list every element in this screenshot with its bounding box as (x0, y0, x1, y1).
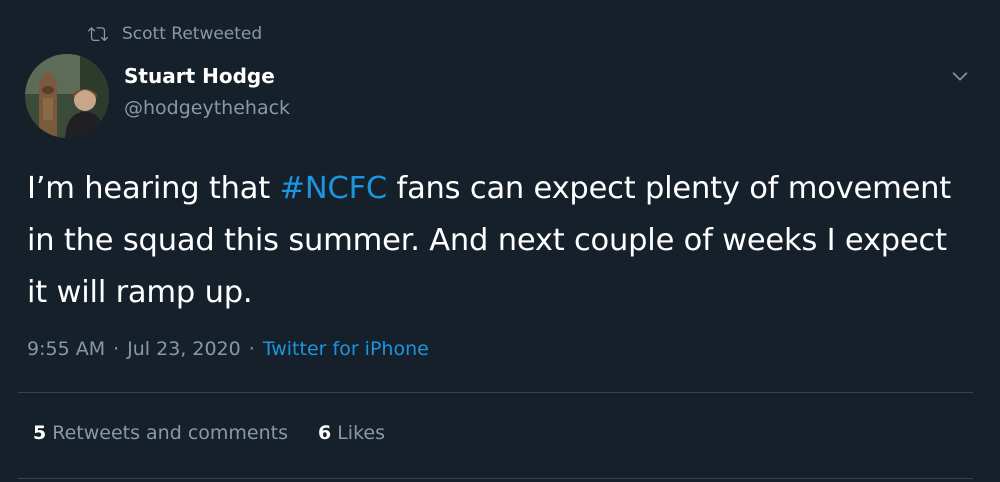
tweet-text-start: I’m hearing that (27, 171, 280, 206)
author-handle[interactable]: @hodgeythehack (124, 97, 290, 119)
retweet-context[interactable]: Scott Retweeted (88, 22, 262, 46)
retweets-label: Retweets and comments (52, 422, 288, 444)
author-name[interactable]: Stuart Hodge (124, 64, 275, 88)
tweet-metadata: 9:55 AM · Jul 23, 2020 · Twitter for iPh… (27, 338, 429, 360)
tweet-card[interactable]: Scott Retweeted Stuart Hodge @hodgeytheh… (0, 0, 1000, 482)
tweet-source-link[interactable]: Twitter for iPhone (263, 338, 429, 360)
tweet-text: I’m hearing that #NCFC fans can expect p… (27, 163, 967, 319)
tweet-stats: 5 Retweets and comments 6 Likes (33, 422, 385, 444)
retweet-icon (88, 27, 108, 42)
retweets-stat[interactable]: 5 Retweets and comments (33, 422, 288, 444)
meta-separator: · (113, 338, 120, 360)
chevron-down-icon (952, 72, 968, 81)
divider (18, 392, 973, 393)
likes-stat[interactable]: 6 Likes (318, 422, 385, 444)
tweet-time[interactable]: 9:55 AM (27, 338, 105, 360)
avatar[interactable] (25, 54, 109, 138)
likes-label: Likes (337, 422, 385, 444)
likes-count: 6 (317, 422, 332, 444)
profile-photo (25, 54, 109, 138)
hashtag-link[interactable]: #NCFC (280, 171, 388, 206)
retweets-count: 5 (33, 422, 47, 444)
tweet-date[interactable]: Jul 23, 2020 (127, 338, 241, 360)
retweet-context-label: Scott Retweeted (122, 24, 263, 44)
meta-separator: · (248, 338, 255, 360)
more-options-button[interactable] (946, 62, 974, 90)
divider (18, 478, 973, 479)
